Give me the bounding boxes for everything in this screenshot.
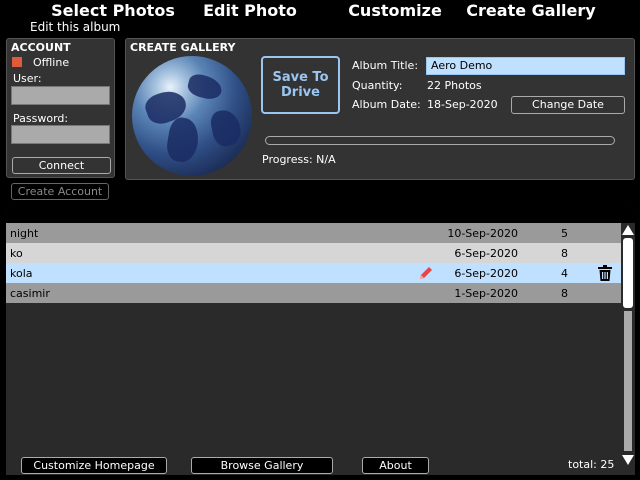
album-date-label: Album Date: bbox=[352, 98, 421, 111]
progress-text: Progress: N/A bbox=[262, 153, 336, 166]
album-date: 6-Sep-2020 bbox=[454, 267, 518, 280]
status-indicator-icon bbox=[12, 57, 22, 67]
top-nav: Select Photos Edit Photo Customize Creat… bbox=[0, 0, 640, 20]
album-name: casimir bbox=[10, 287, 50, 300]
pencil-icon[interactable] bbox=[418, 265, 434, 281]
create-account-button[interactable]: Create Account bbox=[11, 183, 109, 200]
connect-button[interactable]: Connect bbox=[12, 157, 111, 174]
table-row[interactable]: casimir 1-Sep-2020 8 bbox=[6, 283, 621, 303]
save-to-drive-button[interactable]: Save To Drive bbox=[261, 56, 340, 114]
album-date: 1-Sep-2020 bbox=[454, 287, 518, 300]
table-row[interactable]: night 10-Sep-2020 5 bbox=[6, 223, 621, 243]
album-list: night 10-Sep-2020 5 ko 6-Sep-2020 8 kola… bbox=[6, 205, 635, 475]
change-date-button[interactable]: Change Date bbox=[511, 96, 625, 114]
album-date-value: 18-Sep-2020 bbox=[427, 98, 498, 111]
globe-icon bbox=[132, 56, 252, 176]
account-panel: ACCOUNT Offline User: Password: Connect bbox=[6, 38, 115, 178]
scroll-down-icon[interactable] bbox=[622, 455, 634, 465]
album-count: 8 bbox=[561, 247, 568, 260]
quantity-label: Quantity: bbox=[352, 79, 403, 92]
album-count: 4 bbox=[561, 267, 568, 280]
status-text: Offline bbox=[33, 56, 70, 69]
user-label: User: bbox=[13, 72, 42, 85]
album-date: 6-Sep-2020 bbox=[454, 247, 518, 260]
tab-select-photos[interactable]: Select Photos bbox=[48, 0, 178, 20]
album-title-input[interactable]: Aero Demo bbox=[426, 57, 625, 75]
album-name: kola bbox=[10, 267, 33, 280]
tab-create-gallery[interactable]: Create Gallery bbox=[461, 0, 601, 20]
trash-icon[interactable] bbox=[598, 265, 612, 281]
tab-customize[interactable]: Customize bbox=[342, 0, 448, 20]
scrollbar[interactable] bbox=[621, 223, 635, 475]
page-subtitle: Edit this album bbox=[30, 20, 121, 34]
scroll-up-icon[interactable] bbox=[622, 225, 634, 235]
table-row[interactable]: ko 6-Sep-2020 8 bbox=[6, 243, 621, 263]
album-count: 8 bbox=[561, 287, 568, 300]
scroll-track[interactable] bbox=[624, 311, 632, 451]
save-label-line1: Save To bbox=[272, 70, 329, 85]
scroll-thumb[interactable] bbox=[623, 238, 633, 308]
album-name: night bbox=[10, 227, 39, 240]
user-field[interactable] bbox=[11, 86, 110, 105]
album-date: 10-Sep-2020 bbox=[447, 227, 518, 240]
save-label-line2: Drive bbox=[281, 85, 320, 100]
table-row-selected[interactable]: kola 6-Sep-2020 4 bbox=[6, 263, 621, 283]
create-gallery-panel: CREATE GALLERY Save To Drive Album Title… bbox=[125, 38, 635, 180]
password-label: Password: bbox=[13, 112, 69, 125]
tab-edit-photo[interactable]: Edit Photo bbox=[198, 0, 302, 20]
quantity-value: 22 Photos bbox=[427, 79, 482, 92]
album-name: ko bbox=[10, 247, 23, 260]
list-header bbox=[6, 205, 635, 223]
about-button[interactable]: About bbox=[362, 457, 429, 474]
account-title: ACCOUNT bbox=[11, 41, 71, 54]
create-gallery-title: CREATE GALLERY bbox=[130, 41, 236, 54]
password-field[interactable] bbox=[11, 125, 110, 144]
total-count: total: 25 bbox=[568, 458, 615, 471]
browse-gallery-button[interactable]: Browse Gallery bbox=[191, 457, 333, 474]
progress-bar bbox=[265, 136, 615, 145]
album-title-label: Album Title: bbox=[352, 59, 419, 72]
album-count: 5 bbox=[561, 227, 568, 240]
customize-homepage-button[interactable]: Customize Homepage bbox=[21, 457, 167, 474]
